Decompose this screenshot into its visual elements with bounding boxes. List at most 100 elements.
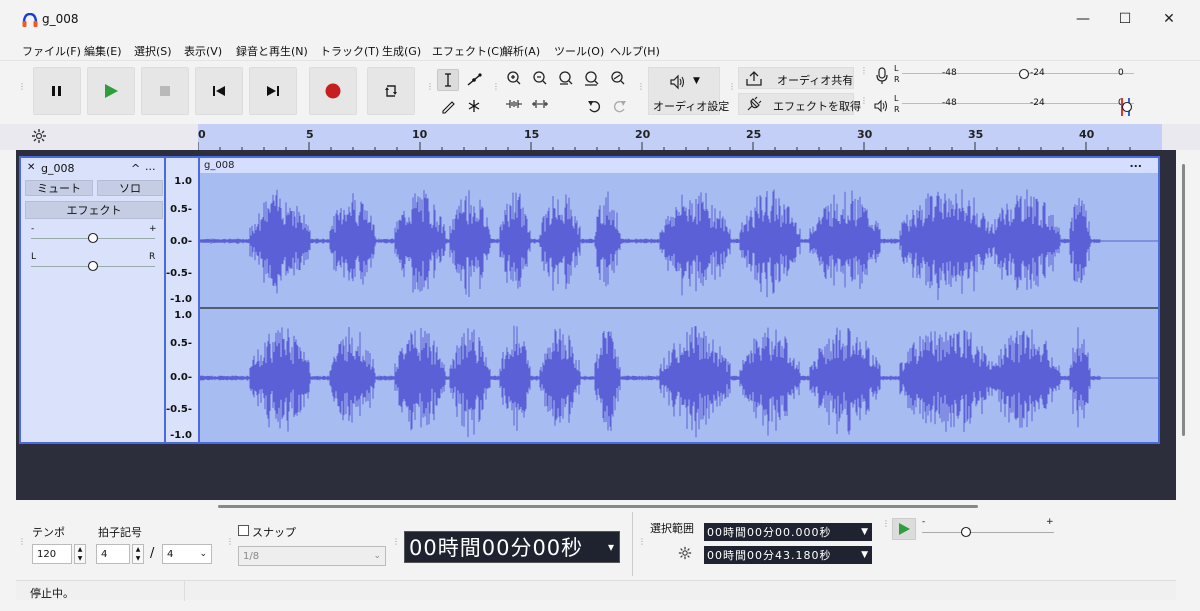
- skip-to-start-button[interactable]: [195, 67, 243, 115]
- menu-analyze[interactable]: 解析(A): [502, 43, 540, 59]
- record-meter-button[interactable]: [871, 65, 893, 87]
- scale-label: -1.0: [170, 294, 192, 305]
- timeline-ruler[interactable]: 0 5 10 15 20 25 30 35 40: [198, 124, 1162, 150]
- selection-end-time[interactable]: 00時間00分43.180秒 ▼: [704, 546, 872, 564]
- toolbar-grip[interactable]: ⋮: [637, 83, 645, 99]
- toolbar-grip[interactable]: ⋮: [426, 83, 434, 99]
- playback-speed-thumb[interactable]: [960, 526, 972, 538]
- solo-button[interactable]: ソロ: [97, 180, 163, 196]
- speed-plus-label: +: [1046, 517, 1054, 527]
- share-audio-button[interactable]: オーディオ共有: [738, 67, 854, 89]
- dropdown-arrow-icon: ▼: [693, 76, 700, 86]
- menu-select[interactable]: 選択(S): [134, 43, 172, 59]
- ruler-label: 40: [1079, 128, 1095, 141]
- ruler-ticks: [198, 142, 1131, 150]
- vertical-scrollbar[interactable]: [1182, 164, 1185, 436]
- ruler-label: 30: [857, 128, 873, 141]
- skip-to-end-button[interactable]: [249, 67, 297, 115]
- track-menu-icon[interactable]: ...: [145, 160, 156, 173]
- toolbar-grip[interactable]: ⋮: [638, 538, 646, 554]
- menu-tracks[interactable]: トラック(T): [320, 43, 379, 59]
- toolbar-grip[interactable]: ⋮: [18, 83, 26, 99]
- zoom-selection-icon: [559, 71, 573, 85]
- menu-help[interactable]: ヘルプ(H): [610, 43, 660, 59]
- menu-transport[interactable]: 録音と再生(N): [236, 43, 308, 59]
- trim-audio-button[interactable]: [503, 93, 525, 115]
- toolbar-grip[interactable]: ⋮: [728, 83, 736, 99]
- waveform-clip[interactable]: g_008 ...: [198, 156, 1160, 444]
- amplitude-scale[interactable]: 1.0 0.5- 0.0- -0.5- -1.0 1.0 0.5- 0.0- -…: [166, 156, 198, 444]
- track-name[interactable]: g_008: [41, 162, 74, 175]
- undo-button[interactable]: [583, 95, 605, 117]
- snap-checkbox[interactable]: [238, 525, 249, 536]
- zoom-out-button[interactable]: [529, 67, 551, 89]
- get-effects-button[interactable]: エフェクトを取得: [738, 93, 861, 115]
- zoom-in-button[interactable]: [503, 67, 525, 89]
- track-close-icon[interactable]: ✕: [27, 162, 35, 173]
- playback-meter-slider-thumb[interactable]: [1118, 97, 1136, 117]
- toolbar-grip[interactable]: ⋮: [18, 538, 26, 554]
- draw-tool-button[interactable]: [437, 95, 459, 117]
- playback-speed-slider[interactable]: [922, 532, 1054, 533]
- horizontal-scrollbar[interactable]: [218, 505, 978, 508]
- zoom-in-icon: [507, 71, 521, 85]
- toolbar-grip[interactable]: ⋮: [492, 83, 500, 99]
- redo-button[interactable]: [609, 95, 631, 117]
- selection-start-time[interactable]: 00時間00分00.000秒 ▼: [704, 523, 872, 541]
- fit-project-button[interactable]: [581, 67, 603, 89]
- gain-slider-thumb[interactable]: [87, 232, 99, 244]
- menu-edit[interactable]: 編集(E): [84, 43, 122, 59]
- envelope-tool-button[interactable]: [463, 69, 485, 91]
- gear-icon[interactable]: [31, 128, 47, 144]
- tempo-spinner[interactable]: ▲ ▼: [74, 544, 86, 564]
- menu-view[interactable]: 表示(V): [184, 43, 222, 59]
- audio-setup-button[interactable]: ▼ オーディオ設定: [648, 67, 729, 115]
- waveform-display[interactable]: [200, 173, 1160, 444]
- fit-selection-button[interactable]: [555, 67, 577, 89]
- tempo-input[interactable]: 120: [32, 544, 72, 564]
- clip-title-bar[interactable]: g_008 ...: [200, 158, 1158, 173]
- track-collapse-icon[interactable]: ^: [131, 162, 140, 175]
- time-display[interactable]: 00時間00分00秒 ▾: [404, 531, 620, 563]
- stop-button[interactable]: [141, 67, 189, 115]
- track-control-panel[interactable]: ✕ g_008 ^ ... ミュート ソロ エフェクト - + L R: [19, 156, 166, 444]
- snap-select[interactable]: 1/8 ⌄: [238, 546, 386, 566]
- playback-meter-track[interactable]: [902, 103, 1134, 104]
- loop-button[interactable]: [367, 67, 415, 115]
- toolbar-grip[interactable]: ⋮: [226, 538, 234, 554]
- record-button[interactable]: [309, 67, 357, 115]
- multi-tool-button[interactable]: [463, 95, 485, 117]
- speed-minus-label: -: [922, 517, 926, 527]
- menu-effect[interactable]: エフェクト(C): [432, 43, 503, 59]
- minimize-button[interactable]: —: [1071, 10, 1095, 28]
- gear-icon[interactable]: [678, 546, 692, 560]
- mute-button[interactable]: ミュート: [25, 180, 93, 196]
- pause-button[interactable]: [33, 67, 81, 115]
- playback-meter-button[interactable]: [871, 95, 893, 117]
- time-sig-spinner[interactable]: ▲ ▼: [132, 544, 144, 564]
- pencil-icon: [442, 101, 455, 114]
- toolbar-grip[interactable]: ⋮: [860, 97, 868, 113]
- selection-tool-button[interactable]: [437, 69, 459, 91]
- maximize-button[interactable]: ☐: [1113, 10, 1137, 28]
- toolbar-grip[interactable]: ⋮: [860, 67, 868, 83]
- pan-slider-thumb[interactable]: [87, 260, 99, 272]
- effects-button[interactable]: エフェクト: [25, 201, 163, 219]
- menu-file[interactable]: ファイル(F): [22, 43, 81, 59]
- track-area[interactable]: ✕ g_008 ^ ... ミュート ソロ エフェクト - + L R 1.0 …: [16, 150, 1176, 500]
- clip-menu-icon[interactable]: ...: [1129, 158, 1142, 171]
- menu-generate[interactable]: 生成(G): [382, 43, 421, 59]
- silence-audio-button[interactable]: [529, 93, 551, 115]
- empty-track-space[interactable]: [16, 450, 1176, 500]
- close-button[interactable]: ✕: [1157, 10, 1181, 28]
- time-sig-numerator-input[interactable]: 4: [96, 544, 130, 564]
- toolbar-grip[interactable]: ⋮: [392, 538, 400, 554]
- zoom-toggle-button[interactable]: [607, 67, 629, 89]
- menu-tools[interactable]: ツール(O): [554, 43, 604, 59]
- play-button[interactable]: [87, 67, 135, 115]
- toolbar-grip[interactable]: ⋮: [882, 520, 890, 536]
- play-at-speed-button[interactable]: [892, 518, 916, 540]
- scale-label: -0.5-: [165, 404, 192, 415]
- record-meter-slider-thumb[interactable]: [1018, 68, 1030, 80]
- time-sig-denominator-select[interactable]: 4 ⌄: [162, 544, 212, 564]
